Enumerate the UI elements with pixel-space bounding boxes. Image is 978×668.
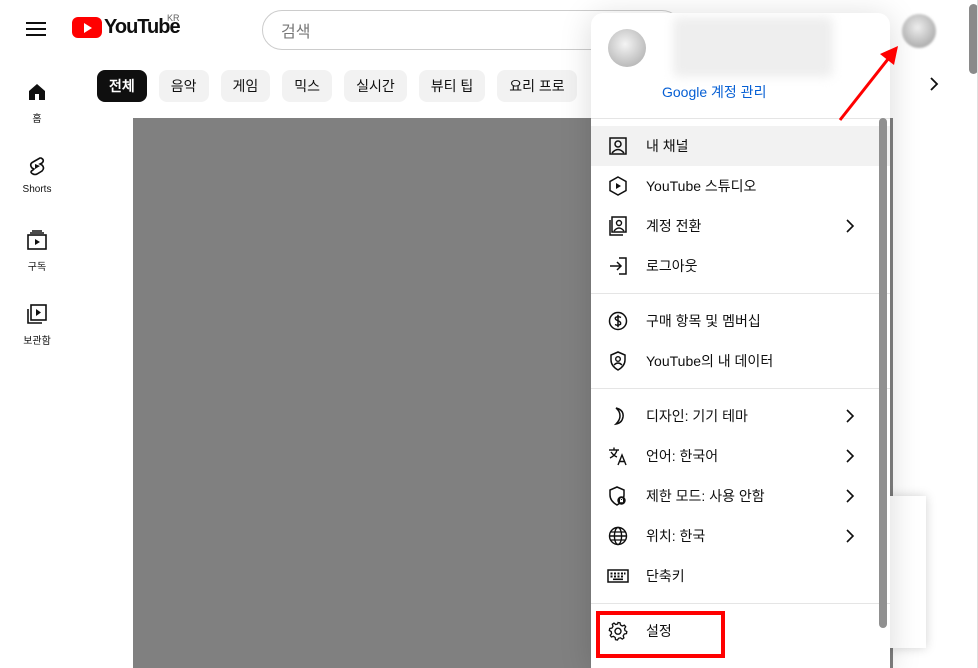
menu-item-my-channel[interactable]: 내 채널 (591, 126, 890, 166)
account-name-redacted (673, 17, 833, 77)
home-icon (25, 80, 49, 104)
background-card (888, 496, 926, 648)
chip-mix[interactable]: 믹스 (282, 70, 333, 102)
settings-highlight-box (596, 611, 725, 658)
menu-item-location[interactable]: 위치: 한국 (591, 516, 890, 556)
menu-item-label: 언어: 한국어 (646, 448, 719, 464)
shorts-icon (25, 154, 49, 178)
chevron-right-icon[interactable] (928, 76, 940, 97)
avatar (608, 29, 646, 67)
search-placeholder: 검색 (281, 24, 311, 41)
left-nav: 홈 Shorts 구독 보관함 (0, 72, 74, 368)
menu-item-studio[interactable]: YouTube 스튜디오 (591, 166, 890, 206)
menu-item-purchases[interactable]: 구매 항목 및 멤버십 (591, 301, 890, 341)
chevron-right-icon (840, 446, 860, 466)
sign-out-icon (607, 255, 629, 277)
avatar-button[interactable] (902, 14, 936, 48)
chevron-right-icon (840, 526, 860, 546)
menu-item-label: 단축키 (646, 568, 685, 584)
chevron-right-icon (840, 486, 860, 506)
menu-item-label: 제한 모드: 사용 안함 (646, 488, 765, 504)
keyboard-icon (607, 565, 629, 587)
account-box-icon (607, 135, 629, 157)
annotation-arrow (838, 46, 898, 121)
subscriptions-icon (25, 228, 49, 252)
menu-item-restricted-mode[interactable]: 제한 모드: 사용 안함 (591, 476, 890, 516)
menu-item-language[interactable]: 언어: 한국어 (591, 436, 890, 476)
chip-music[interactable]: 음악 (158, 70, 209, 102)
menu-button[interactable] (24, 18, 50, 44)
menu-group-channel: 내 채널 YouTube 스튜디오 계정 전환 로그아웃 (591, 119, 890, 293)
translate-icon (607, 445, 629, 467)
moon-icon (607, 405, 629, 427)
nav-home[interactable]: 홈 (0, 72, 74, 146)
nav-library-label: 보관함 (23, 336, 51, 347)
nav-library[interactable]: 보관함 (0, 294, 74, 368)
menu-item-label: 디자인: 기기 테마 (646, 408, 748, 424)
play-logo-icon (72, 17, 102, 38)
menu-group-purchases: 구매 항목 및 멤버십 YouTube의 내 데이터 (591, 294, 890, 388)
chip-live[interactable]: 실시간 (344, 70, 407, 102)
menu-item-keyboard-shortcuts[interactable]: 단축키 (591, 556, 890, 596)
nav-shorts[interactable]: Shorts (0, 146, 74, 220)
menu-item-label: YouTube 스튜디오 (646, 178, 757, 194)
menu-item-label: YouTube의 내 데이터 (646, 353, 774, 369)
nav-home-label: 홈 (32, 114, 42, 125)
menu-item-sign-out[interactable]: 로그아웃 (591, 246, 890, 286)
switch-account-icon (607, 215, 629, 237)
youtube-logo[interactable]: YouTube KR (72, 13, 181, 39)
shield-person-icon (607, 350, 629, 372)
menu-item-label: 위치: 한국 (646, 528, 706, 544)
studio-icon (607, 175, 629, 197)
manage-account-link[interactable]: Google 계정 관리 (662, 82, 766, 102)
country-code: KR (167, 13, 180, 23)
dollar-icon (607, 310, 629, 332)
chip-bar: 전체 음악 게임 믹스 실시간 뷰티 팁 요리 프로 (97, 70, 577, 102)
chevron-right-icon (840, 406, 860, 426)
restricted-shield-icon (607, 485, 629, 507)
nav-shorts-label: Shorts (22, 184, 52, 195)
nav-subscriptions[interactable]: 구독 (0, 220, 74, 294)
menu-item-label: 로그아웃 (646, 258, 698, 274)
menu-item-appearance[interactable]: 디자인: 기기 테마 (591, 396, 890, 436)
menu-group-preferences: 디자인: 기기 테마 언어: 한국어 제한 모드: 사용 안함 위치: 한국 단… (591, 389, 890, 603)
chip-gaming[interactable]: 게임 (220, 70, 271, 102)
chip-cooking[interactable]: 요리 프로 (497, 70, 577, 102)
menu-item-your-data[interactable]: YouTube의 내 데이터 (591, 341, 890, 381)
library-icon (25, 302, 49, 326)
chip-beauty[interactable]: 뷰티 팁 (418, 70, 486, 102)
menu-item-label: 구매 항목 및 멤버십 (646, 313, 761, 329)
nav-subscriptions-label: 구독 (27, 262, 47, 273)
menu-item-label: 계정 전환 (646, 218, 702, 234)
globe-icon (607, 525, 629, 547)
menu-item-switch-account[interactable]: 계정 전환 (591, 206, 890, 246)
menu-item-label: 내 채널 (646, 138, 689, 154)
chip-all[interactable]: 전체 (97, 70, 147, 102)
chevron-right-icon (840, 216, 860, 236)
menu-scrollbar[interactable] (879, 118, 887, 628)
